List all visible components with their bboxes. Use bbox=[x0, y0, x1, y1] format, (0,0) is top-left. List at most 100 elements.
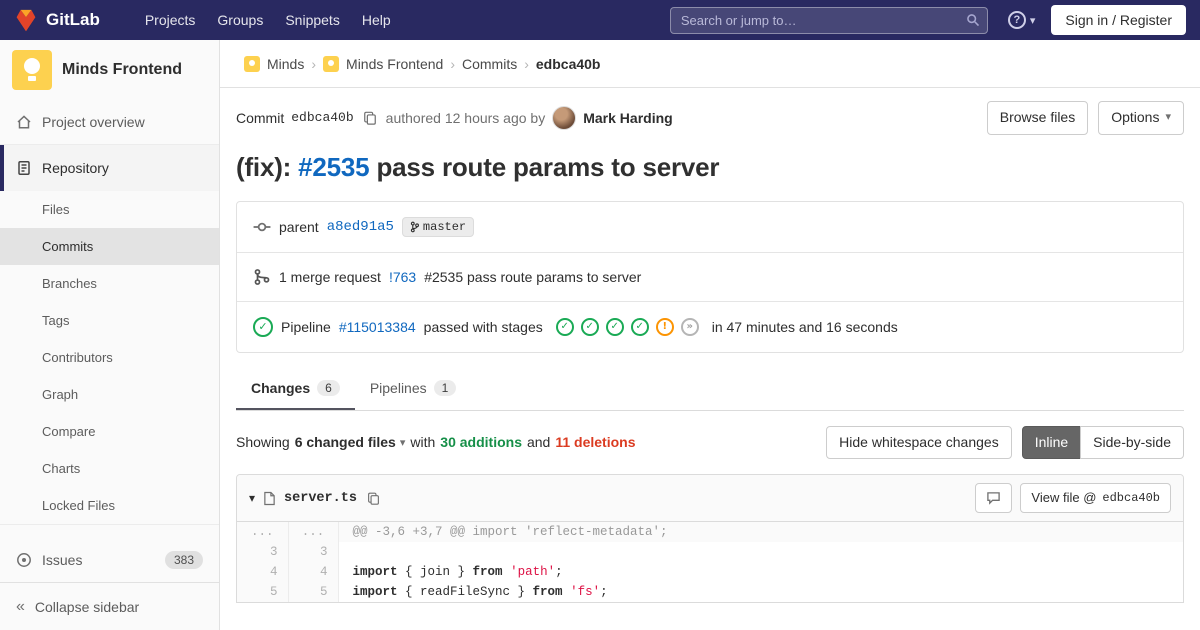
commit-actions: Browse files Options ▾ bbox=[986, 101, 1184, 135]
file-name: server.ts bbox=[284, 490, 357, 506]
old-line-number[interactable]: 5 bbox=[237, 582, 289, 603]
diff-file: ▾ server.ts View file @ edbca40b ... ...… bbox=[236, 474, 1184, 604]
parent-sha-link[interactable]: a8ed91a5 bbox=[327, 219, 394, 235]
sign-in-button[interactable]: Sign in / Register bbox=[1051, 5, 1186, 35]
hide-whitespace-button[interactable]: Hide whitespace changes bbox=[826, 425, 1012, 459]
hunk-header: @@ -3,6 +3,7 @@ import 'reflect-metadata… bbox=[352, 525, 668, 540]
merge-request-text: 1 merge request bbox=[279, 268, 381, 285]
new-line-number[interactable]: 3 bbox=[288, 542, 339, 563]
breadcrumb-project[interactable]: Minds Frontend bbox=[346, 56, 443, 72]
project-header[interactable]: Minds Frontend bbox=[0, 40, 219, 100]
changed-files-dropdown[interactable]: 6 changed files ▾ bbox=[295, 434, 406, 450]
diff-code-cell bbox=[338, 542, 1183, 562]
project-avatar bbox=[12, 50, 52, 90]
copy-sha-button[interactable] bbox=[361, 109, 379, 127]
main-content: Minds › Minds Frontend › Commits › edbca… bbox=[220, 40, 1200, 630]
changes-count-badge: 6 bbox=[317, 379, 340, 396]
changed-files-label: 6 changed files bbox=[294, 434, 396, 451]
options-dropdown-button[interactable]: Options ▾ bbox=[1098, 101, 1184, 135]
comment-bubble-icon bbox=[987, 492, 1001, 505]
view-file-label: View file @ bbox=[1031, 490, 1097, 505]
commit-title: (fix): #2535 pass route params to server bbox=[236, 152, 1184, 183]
branch-name: master bbox=[422, 219, 467, 234]
gitlab-brand[interactable]: GitLab bbox=[14, 9, 100, 32]
deletions-count: 11 deletions bbox=[555, 434, 636, 451]
breadcrumb-commits[interactable]: Commits bbox=[462, 56, 517, 72]
code-text: { readFileSync } bbox=[397, 585, 533, 600]
breadcrumb-group[interactable]: Minds bbox=[267, 56, 304, 72]
code-keyword: import bbox=[352, 565, 398, 580]
help-dropdown[interactable]: ? ▾ bbox=[1007, 11, 1036, 29]
commit-icon bbox=[253, 222, 271, 231]
browse-files-button[interactable]: Browse files bbox=[986, 101, 1089, 135]
toggle-comments-button[interactable] bbox=[975, 483, 1013, 514]
project-avatar-small bbox=[323, 55, 340, 72]
breadcrumb-separator: › bbox=[311, 55, 317, 72]
diff-stats: Showing 6 changed files ▾ with 30 additi… bbox=[236, 434, 636, 450]
pipeline-mini-graph: ✓ ✓ ✓ ✓! » bbox=[555, 317, 699, 336]
collapse-file-caret[interactable]: ▾ bbox=[249, 491, 255, 505]
nav-item-groups[interactable]: Groups bbox=[206, 12, 274, 28]
stage-passed-icon[interactable]: ✓ bbox=[630, 317, 649, 336]
stage-passed-icon[interactable]: ✓ bbox=[555, 317, 574, 336]
sidebar-item-repository[interactable]: Repository bbox=[0, 145, 219, 191]
stage-passed-icon[interactable]: ✓ bbox=[605, 317, 624, 336]
breadcrumb-separator: › bbox=[450, 55, 455, 72]
sidebar-item-tags[interactable]: Tags bbox=[0, 302, 219, 339]
sidebar-item-issues[interactable]: Issues 383 bbox=[0, 538, 219, 582]
tabs: Changes 6 Pipelines 1 bbox=[236, 366, 1184, 411]
issue-link[interactable]: #2535 bbox=[298, 152, 370, 182]
new-line-number[interactable]: 5 bbox=[288, 582, 339, 603]
copy-file-path-button[interactable] bbox=[365, 490, 382, 507]
file-icon bbox=[264, 491, 275, 505]
sidebar-item-files[interactable]: Files bbox=[0, 191, 219, 228]
commit-info-box: parent a8ed91a5 master 1 merge request !… bbox=[236, 200, 1184, 353]
side-by-side-view-button[interactable]: Side-by-side bbox=[1080, 425, 1184, 459]
old-line-number[interactable]: 4 bbox=[237, 562, 289, 583]
pipeline-status-icon[interactable]: ✓ bbox=[253, 316, 273, 337]
stage-warning-icon[interactable]: ! bbox=[655, 317, 674, 336]
sidebar-item-graph[interactable]: Graph bbox=[0, 376, 219, 413]
question-icon: ? bbox=[1007, 11, 1026, 29]
inline-view-button[interactable]: Inline bbox=[1021, 425, 1082, 459]
title-prefix: (fix): bbox=[236, 151, 299, 182]
diff-toolbar: Showing 6 changed files ▾ with 30 additi… bbox=[236, 425, 1184, 459]
stage-skipped-icon[interactable]: » bbox=[680, 317, 699, 336]
author-avatar[interactable] bbox=[552, 105, 577, 130]
old-line-number[interactable]: 3 bbox=[237, 542, 289, 563]
nav-item-snippets[interactable]: Snippets bbox=[274, 12, 350, 28]
branch-badge[interactable]: master bbox=[401, 216, 475, 237]
diff-line: 4 4 import { join } from 'path'; bbox=[237, 562, 1183, 583]
pipeline-link[interactable]: #115013384 bbox=[339, 319, 416, 335]
commit-meta-row: Commit edbca40b authored 12 hours ago by… bbox=[236, 101, 1184, 135]
code-text: ; bbox=[555, 565, 563, 580]
nav-item-projects[interactable]: Projects bbox=[134, 12, 207, 28]
diff-code-cell: import { join } from 'path'; bbox=[338, 562, 1183, 582]
chevron-down-icon: ▾ bbox=[1029, 14, 1036, 27]
sidebar-item-project-overview[interactable]: Project overview bbox=[0, 100, 219, 144]
author-name[interactable]: Mark Harding bbox=[583, 110, 672, 126]
sidebar-item-contributors[interactable]: Contributors bbox=[0, 339, 219, 376]
collapse-sidebar-button[interactable]: « Collapse sidebar bbox=[0, 582, 219, 630]
search-box[interactable] bbox=[669, 6, 988, 34]
diff-code-cell: @@ -3,6 +3,7 @@ import 'reflect-metadata… bbox=[338, 522, 1183, 543]
sidebar-item-compare[interactable]: Compare bbox=[0, 413, 219, 450]
sidebar-item-locked-files[interactable]: Locked Files bbox=[0, 487, 219, 524]
new-line-number[interactable]: 4 bbox=[288, 562, 339, 583]
tab-changes[interactable]: Changes 6 bbox=[236, 366, 355, 410]
repository-subnav: Files Commits Branches Tags Contributors… bbox=[0, 191, 219, 524]
sidebar-item-branches[interactable]: Branches bbox=[0, 265, 219, 302]
sidebar-section-repository: Repository Files Commits Branches Tags C… bbox=[0, 144, 219, 525]
sidebar-item-commits[interactable]: Commits bbox=[0, 228, 219, 265]
brand-name[interactable]: GitLab bbox=[46, 10, 100, 30]
view-file-button[interactable]: View file @ edbca40b bbox=[1020, 483, 1171, 514]
search-input[interactable] bbox=[669, 6, 988, 34]
sidebar-item-charts[interactable]: Charts bbox=[0, 450, 219, 487]
merge-request-link[interactable]: !763 bbox=[389, 269, 416, 285]
code-string: 'fs' bbox=[570, 585, 601, 600]
tab-pipelines[interactable]: Pipelines 1 bbox=[355, 366, 472, 410]
showing-label: Showing bbox=[236, 434, 290, 451]
nav-item-help[interactable]: Help bbox=[351, 12, 402, 28]
stage-passed-icon[interactable]: ✓ bbox=[580, 317, 599, 336]
